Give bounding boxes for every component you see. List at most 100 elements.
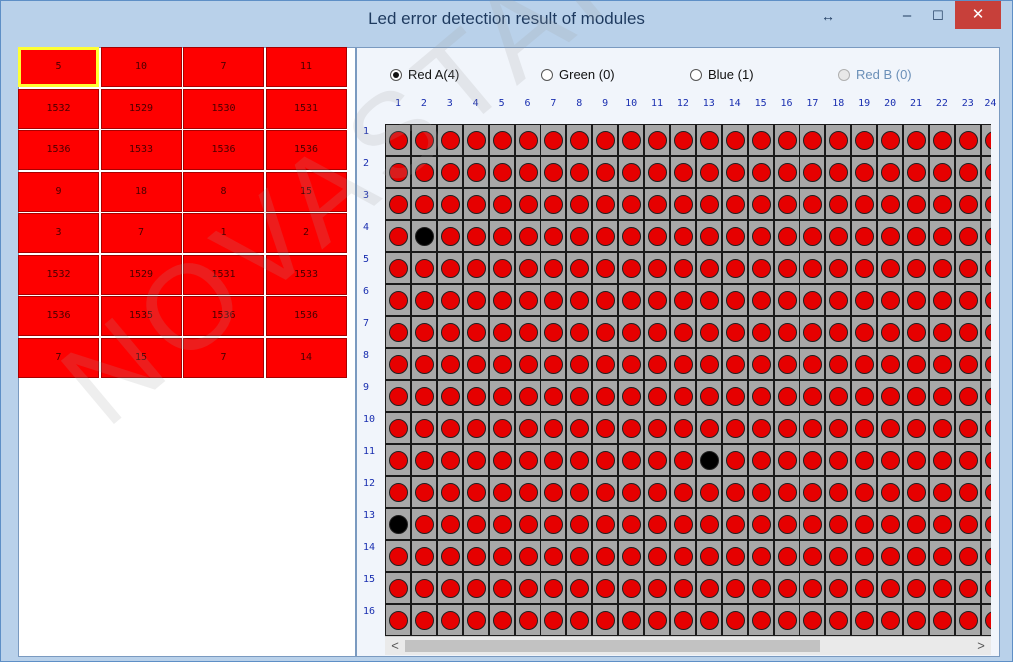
led-ok bbox=[980, 124, 991, 156]
module-cell[interactable]: 1529 bbox=[100, 88, 182, 129]
module-cell[interactable]: 1536 bbox=[183, 296, 264, 336]
horizontal-scrollbar[interactable]: < > bbox=[385, 636, 991, 655]
window-title: Led error detection result of modules bbox=[368, 9, 645, 28]
led-ok bbox=[669, 572, 696, 604]
led-dot-icon bbox=[958, 547, 978, 566]
row-label: 14 bbox=[363, 542, 376, 553]
led-ok bbox=[721, 444, 748, 476]
module-cell[interactable]: 1532 bbox=[18, 254, 99, 295]
module-cell[interactable]: 10 bbox=[100, 47, 182, 87]
led-dot-icon bbox=[544, 291, 564, 310]
led-ok bbox=[747, 284, 774, 316]
module-cell[interactable]: 1531 bbox=[265, 88, 347, 129]
module-cell[interactable]: 18 bbox=[100, 171, 182, 212]
module-cell[interactable]: 1535 bbox=[100, 296, 182, 336]
led-ok bbox=[410, 316, 437, 348]
led-ok bbox=[669, 540, 696, 572]
led-ok bbox=[954, 380, 981, 412]
module-cell[interactable]: 9 bbox=[18, 171, 99, 212]
led-ok bbox=[436, 156, 463, 188]
module-cell[interactable]: 11 bbox=[265, 47, 347, 87]
module-cell[interactable]: 14 bbox=[265, 337, 347, 378]
led-dot-icon bbox=[648, 131, 667, 150]
led-ok bbox=[928, 156, 955, 188]
radio-circle[interactable] bbox=[541, 69, 553, 81]
module-cell[interactable]: 7 bbox=[18, 337, 99, 378]
led-ok bbox=[928, 348, 955, 380]
led-ok bbox=[695, 572, 722, 604]
radio-red-a[interactable]: Red A(4) bbox=[390, 66, 459, 84]
led-dot-icon bbox=[751, 451, 771, 470]
module-cell[interactable]: 15 bbox=[100, 337, 182, 378]
module-cell[interactable]: 1533 bbox=[100, 130, 182, 170]
radio-green[interactable]: Green (0) bbox=[541, 66, 615, 84]
led-ok bbox=[773, 124, 800, 156]
led-dot-icon bbox=[648, 387, 667, 406]
module-cell[interactable]: 1536 bbox=[18, 296, 99, 336]
led-ok bbox=[799, 252, 826, 284]
module-cell[interactable]: 1536 bbox=[265, 296, 347, 336]
module-cell[interactable]: 7 bbox=[183, 337, 264, 378]
led-ok bbox=[747, 380, 774, 412]
module-cell[interactable]: 3 bbox=[18, 213, 99, 253]
led-dot-icon bbox=[673, 579, 693, 598]
module-cell[interactable]: 1533 bbox=[265, 254, 347, 295]
module-cell[interactable]: 15 bbox=[265, 171, 347, 212]
module-cell[interactable]: 1536 bbox=[183, 130, 264, 170]
module-cell[interactable]: 5 bbox=[18, 47, 99, 87]
module-cell[interactable]: 8 bbox=[183, 171, 264, 212]
led-ok bbox=[592, 284, 619, 316]
resize-icon[interactable]: ↔ bbox=[815, 1, 841, 31]
module-cell[interactable]: 1530 bbox=[183, 88, 264, 129]
column-label: 23 bbox=[961, 98, 974, 109]
led-ok bbox=[669, 508, 696, 540]
module-cell[interactable]: 1536 bbox=[265, 130, 347, 170]
led-ok bbox=[773, 316, 800, 348]
led-dot-icon bbox=[622, 323, 642, 342]
led-dot-icon bbox=[596, 611, 616, 630]
row-label: 6 bbox=[363, 286, 370, 297]
led-ok bbox=[488, 188, 515, 220]
scrollbar-thumb[interactable] bbox=[405, 640, 820, 652]
led-dot-icon bbox=[622, 195, 642, 214]
led-dot-icon bbox=[855, 291, 875, 310]
scroll-right-icon[interactable]: > bbox=[973, 638, 989, 654]
scroll-left-icon[interactable]: < bbox=[387, 638, 403, 654]
module-cell[interactable]: 1532 bbox=[18, 88, 99, 129]
led-dot-icon bbox=[414, 323, 434, 342]
radio-circle[interactable] bbox=[690, 69, 702, 81]
row-label: 1 bbox=[363, 126, 370, 137]
module-cell[interactable]: 1531 bbox=[183, 254, 264, 295]
led-ok bbox=[488, 348, 515, 380]
led-ok bbox=[799, 124, 826, 156]
title-bar[interactable]: Led error detection result of modules ↔ … bbox=[1, 1, 1012, 37]
minimize-button[interactable]: – bbox=[894, 1, 920, 31]
led-ok bbox=[799, 156, 826, 188]
led-dot-icon bbox=[466, 227, 486, 246]
module-cell[interactable]: 1536 bbox=[18, 130, 99, 170]
radio-circle[interactable] bbox=[390, 69, 402, 81]
close-button[interactable]: ✕ bbox=[955, 1, 1001, 29]
led-ok bbox=[980, 476, 991, 508]
module-cell[interactable]: 1 bbox=[183, 213, 264, 253]
led-dot-icon bbox=[984, 163, 991, 182]
led-dot-icon bbox=[389, 451, 408, 470]
led-ok bbox=[721, 156, 748, 188]
column-label: 17 bbox=[806, 98, 819, 109]
led-dot-icon bbox=[855, 131, 875, 150]
module-cell[interactable]: 2 bbox=[265, 213, 347, 253]
led-dot-icon bbox=[544, 323, 564, 342]
led-ok bbox=[825, 604, 852, 636]
led-dot-icon bbox=[492, 163, 512, 182]
led-dot-icon bbox=[518, 451, 538, 470]
module-cell[interactable]: 7 bbox=[100, 213, 182, 253]
led-dot-icon bbox=[803, 483, 823, 502]
led-ok bbox=[566, 348, 593, 380]
led-ok bbox=[644, 572, 670, 604]
led-ok bbox=[851, 220, 878, 252]
module-cell[interactable]: 7 bbox=[183, 47, 264, 87]
module-cell[interactable]: 1529 bbox=[100, 254, 182, 295]
led-ok bbox=[877, 380, 904, 412]
maximize-button[interactable]: ☐ bbox=[925, 1, 951, 31]
radio-blue[interactable]: Blue (1) bbox=[690, 66, 754, 84]
